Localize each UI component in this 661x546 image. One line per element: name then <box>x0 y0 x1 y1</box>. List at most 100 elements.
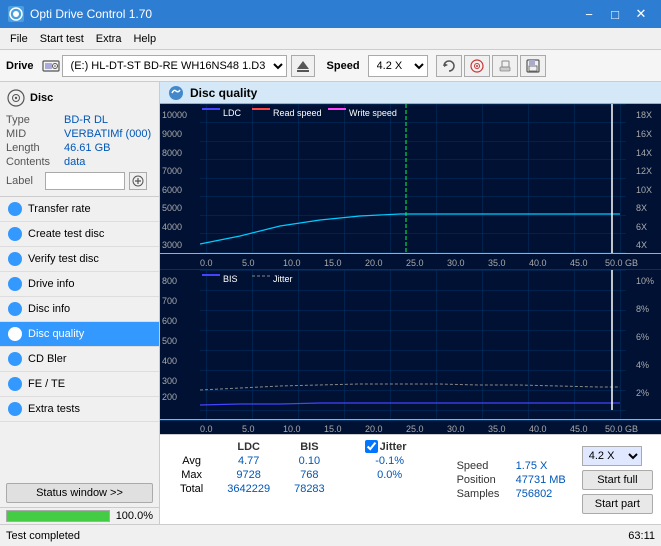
svg-text:10.0: 10.0 <box>283 424 301 434</box>
title-bar: Opti Drive Control 1.70 − □ ✕ <box>0 0 661 28</box>
menu-help[interactable]: Help <box>127 31 162 47</box>
menu-extra[interactable]: Extra <box>90 31 128 47</box>
nav-disc-quality-icon <box>8 327 22 341</box>
svg-text:40.0: 40.0 <box>529 258 547 268</box>
nav-verify-test-disc[interactable]: Verify test disc <box>0 247 159 272</box>
col-header-empty <box>168 439 215 454</box>
svg-text:25.0: 25.0 <box>406 424 424 434</box>
eject-button[interactable] <box>291 55 315 77</box>
svg-text:25.0: 25.0 <box>406 258 424 268</box>
disc-button[interactable] <box>464 55 490 77</box>
svg-text:9000: 9000 <box>162 129 182 139</box>
jitter-checkbox[interactable] <box>365 440 378 453</box>
svg-text:30.0: 30.0 <box>447 424 465 434</box>
svg-text:10%: 10% <box>636 276 654 286</box>
label-edit-icon <box>132 175 144 187</box>
col-header-spacer <box>337 439 361 454</box>
max-ldc: 9728 <box>215 468 282 482</box>
nav-fe-te[interactable]: FE / TE <box>0 372 159 397</box>
svg-text:40.0: 40.0 <box>529 424 547 434</box>
nav-transfer-rate[interactable]: Transfer rate <box>0 197 159 222</box>
stats-section: LDC BIS Jitter Avg <box>160 434 661 524</box>
nav-drive-info[interactable]: Drive info <box>0 272 159 297</box>
disc-label-button[interactable] <box>129 172 147 190</box>
svg-text:18X: 18X <box>636 110 652 120</box>
disc-length-row: Length 46.61 GB <box>6 142 153 154</box>
total-label: Total <box>168 482 215 496</box>
speed-label-stat: Speed <box>457 460 512 472</box>
svg-text:3000: 3000 <box>162 240 182 250</box>
save-button[interactable] <box>520 55 546 77</box>
svg-text:Write speed: Write speed <box>349 108 397 118</box>
speed-value-stat: 1.75 X <box>516 460 548 472</box>
start-full-button[interactable]: Start full <box>582 470 653 490</box>
stats-total-row: Total 3642229 78283 <box>168 482 419 496</box>
col-header-bis: BIS <box>282 439 337 454</box>
svg-text:8000: 8000 <box>162 148 182 158</box>
nav-disc-quality[interactable]: Disc quality <box>0 322 159 347</box>
disc-type-row: Type BD-R DL <box>6 114 153 126</box>
menu-file[interactable]: File <box>4 31 34 47</box>
stats-avg-row: Avg 4.77 0.10 -0.1% <box>168 454 419 468</box>
window-controls: − □ ✕ <box>577 4 653 24</box>
nav-disc-info[interactable]: Disc info <box>0 297 159 322</box>
samples-value: 756802 <box>516 488 553 500</box>
svg-text:14X: 14X <box>636 148 652 158</box>
edit-icon <box>498 59 512 73</box>
svg-text:700: 700 <box>162 296 177 306</box>
nav-cd-bler[interactable]: CD Bler <box>0 347 159 372</box>
disc-contents-label: Contents <box>6 156 64 168</box>
nav-drive-info-icon <box>8 277 22 291</box>
svg-text:35.0: 35.0 <box>488 258 506 268</box>
minimize-button[interactable]: − <box>577 4 601 24</box>
svg-text:Read speed: Read speed <box>273 108 322 118</box>
svg-text:5.0: 5.0 <box>242 424 255 434</box>
status-window-button[interactable]: Status window >> <box>6 483 153 503</box>
speed-label: Speed <box>327 60 360 72</box>
nav-transfer-rate-label: Transfer rate <box>28 203 91 215</box>
disc-contents-value: data <box>64 156 85 168</box>
progress-bar-outer <box>6 510 110 522</box>
drive-selector[interactable]: (E:) HL-DT-ST BD-RE WH16NS48 1.D3 <box>62 55 287 77</box>
chart-speed-selector[interactable]: 4.2 X <box>582 446 642 466</box>
max-label: Max <box>168 468 215 482</box>
svg-text:8X: 8X <box>636 203 647 213</box>
nav-create-test-disc[interactable]: Create test disc <box>0 222 159 247</box>
nav-disc-quality-label: Disc quality <box>28 328 84 340</box>
disc-section-title: Disc <box>30 92 53 104</box>
svg-text:35.0: 35.0 <box>488 424 506 434</box>
svg-text:LDC: LDC <box>223 108 242 118</box>
nav-create-test-disc-label: Create test disc <box>28 228 104 240</box>
disc-type-value: BD-R DL <box>64 114 108 126</box>
drive-toolbar: Drive (E:) HL-DT-ST BD-RE WH16NS48 1.D3 … <box>0 50 661 82</box>
edit-button[interactable] <box>492 55 518 77</box>
svg-text:7000: 7000 <box>162 166 182 176</box>
disc-header-icon <box>6 88 26 108</box>
refresh-button[interactable] <box>436 55 462 77</box>
svg-text:5000: 5000 <box>162 203 182 213</box>
speed-selector[interactable]: 4.2 X <box>368 55 428 77</box>
disc-mid-row: MID VERBATIMf (000) <box>6 128 153 140</box>
svg-text:6X: 6X <box>636 222 647 232</box>
position-value: 47731 MB <box>516 474 566 486</box>
nav-cd-bler-label: CD Bler <box>28 353 67 365</box>
nav-disc-info-label: Disc info <box>28 303 70 315</box>
svg-text:4X: 4X <box>636 240 647 250</box>
svg-text:300: 300 <box>162 376 177 386</box>
nav-extra-tests-label: Extra tests <box>28 403 80 415</box>
start-part-button[interactable]: Start part <box>582 494 653 514</box>
menu-start-test[interactable]: Start test <box>34 31 90 47</box>
nav-items: Transfer rate Create test disc Verify te… <box>0 197 159 479</box>
svg-text:200: 200 <box>162 392 177 402</box>
nav-extra-tests[interactable]: Extra tests <box>0 397 159 422</box>
disc-mid-value: VERBATIMf (000) <box>64 128 151 140</box>
close-button[interactable]: ✕ <box>629 4 653 24</box>
svg-text:4%: 4% <box>636 360 649 370</box>
speed-row: Speed 1.75 X <box>457 460 566 472</box>
drive-label: Drive <box>6 60 34 72</box>
maximize-button[interactable]: □ <box>603 4 627 24</box>
svg-text:2%: 2% <box>636 388 649 398</box>
svg-text:12X: 12X <box>636 166 652 176</box>
disc-label-input[interactable] <box>45 172 125 190</box>
chart-header-icon <box>168 85 184 101</box>
